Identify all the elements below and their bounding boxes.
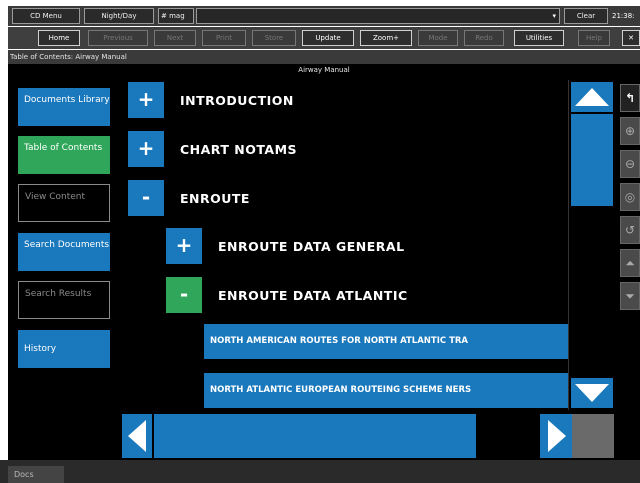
toc-label: CHART NOTAMS <box>180 142 298 157</box>
table-of-contents-tree: + INTRODUCTION + CHART NOTAMS - ENROUTE … <box>120 80 570 410</box>
chevron-down-icon[interactable]: ▾ <box>552 9 556 23</box>
breadcrumb: Table of Contents: Airway Manual <box>8 50 640 64</box>
rotate-icon[interactable]: ↺ <box>620 216 640 244</box>
status-tab[interactable]: Docs <box>8 466 64 483</box>
search-prefix: # mag <box>158 8 194 24</box>
next-button[interactable]: Next <box>154 30 196 46</box>
scroll-left-button[interactable] <box>122 414 152 458</box>
redo-button[interactable]: Redo <box>464 30 504 46</box>
toolbar: Home Previous Next Print Store Update Zo… <box>8 27 640 49</box>
document-link[interactable]: NORTH ATLANTIC EUROPEAN ROUTEING SCHEME … <box>204 373 570 408</box>
zoom-in-icon[interactable]: ⊕ <box>620 117 640 145</box>
toc-item-chart-notams[interactable]: + CHART NOTAMS <box>128 131 528 167</box>
help-button[interactable]: Help <box>578 30 610 46</box>
page-up-icon[interactable]: ⏶ <box>620 249 640 277</box>
cd-menu-button[interactable]: CD Menu <box>12 8 80 24</box>
previous-button[interactable]: Previous <box>88 30 148 46</box>
collapse-icon[interactable]: - <box>166 277 202 313</box>
search-input[interactable]: ▾ <box>196 8 560 24</box>
zoom-out-icon[interactable]: ⊖ <box>620 150 640 178</box>
document-title: Airway Manual <box>298 66 350 74</box>
arrow-up-icon <box>575 88 609 106</box>
collapse-icon[interactable]: - <box>128 180 164 216</box>
toc-item-introduction[interactable]: + INTRODUCTION <box>128 82 528 118</box>
clock: 21:38: <box>612 12 635 20</box>
expand-icon[interactable]: + <box>128 82 164 118</box>
nav-table-of-contents[interactable]: Table of Contents <box>18 136 110 174</box>
store-button[interactable]: Store <box>252 30 296 46</box>
document-link[interactable]: NORTH AMERICAN ROUTES FOR NORTH ATLANTIC… <box>204 324 570 359</box>
close-button[interactable]: ✕ <box>622 30 640 46</box>
status-bar: Docs <box>0 460 640 483</box>
toc-item-enroute-data-atlantic[interactable]: - ENROUTE DATA ATLANTIC <box>166 277 566 313</box>
mode-button[interactable]: Mode <box>418 30 458 46</box>
arrow-left-icon <box>128 420 146 452</box>
zoom-fit-icon[interactable]: ◎ <box>620 183 640 211</box>
update-button[interactable]: Update <box>302 30 354 46</box>
nav-search-results[interactable]: Search Results <box>18 281 110 319</box>
toc-item-enroute[interactable]: - ENROUTE <box>128 180 528 216</box>
toc-label: ENROUTE DATA GENERAL <box>218 239 405 254</box>
night-day-button[interactable]: Night/Day <box>84 8 154 24</box>
print-button[interactable]: Print <box>202 30 246 46</box>
toc-label: INTRODUCTION <box>180 93 294 108</box>
scroll-up-button[interactable] <box>571 82 613 112</box>
close-icon: ✕ <box>628 34 634 42</box>
home-button[interactable]: Home <box>38 30 80 46</box>
scroll-right-button[interactable] <box>540 414 572 458</box>
nav-search-documents[interactable]: Search Documents <box>18 233 110 271</box>
nav-view-content[interactable]: View Content <box>18 184 110 222</box>
utilities-button[interactable]: Utilities <box>514 30 564 46</box>
return-icon[interactable]: ↰ <box>620 84 640 112</box>
top-bar: CD Menu Night/Day # mag ▾ Clear 21:38: <box>8 6 640 26</box>
arrow-down-icon <box>575 384 609 402</box>
clear-button[interactable]: Clear <box>564 8 608 24</box>
main-panel: Airway Manual Documents Library Table of… <box>8 64 640 460</box>
toc-item-enroute-data-general[interactable]: + ENROUTE DATA GENERAL <box>166 228 566 264</box>
vertical-scrollbar[interactable] <box>568 80 614 410</box>
nav-documents-library[interactable]: Documents Library <box>18 88 110 126</box>
scroll-thumb[interactable] <box>571 114 613 206</box>
zoom-button[interactable]: Zoom+ <box>360 30 412 46</box>
expand-icon[interactable]: + <box>128 131 164 167</box>
horizontal-scrollbar[interactable] <box>120 414 572 458</box>
nav-history[interactable]: History <box>18 330 110 368</box>
tool-column: ↰ ⊕ ⊖ ◎ ↺ ⏶ ⏷ <box>620 84 640 314</box>
arrow-right-icon <box>548 420 566 452</box>
scroll-corner <box>572 414 614 458</box>
page-down-icon[interactable]: ⏷ <box>620 282 640 310</box>
expand-icon[interactable]: + <box>166 228 202 264</box>
toc-label: ENROUTE DATA ATLANTIC <box>218 288 408 303</box>
toc-label: ENROUTE <box>180 191 250 206</box>
scroll-down-button[interactable] <box>571 378 613 408</box>
scroll-thumb-horizontal[interactable] <box>154 414 476 458</box>
